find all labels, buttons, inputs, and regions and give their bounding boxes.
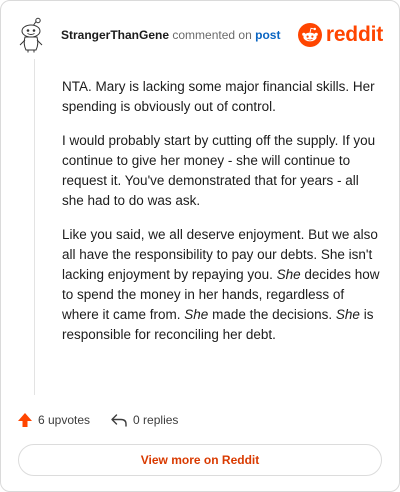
action-text: commented on: [172, 28, 252, 42]
reply-count: 0 replies: [133, 413, 179, 427]
thread-line: [34, 59, 35, 395]
comment-paragraph: Like you said, we all deserve enjoyment.…: [62, 227, 380, 342]
comment-embed-card: StrangerThanGene commented on post reddi…: [0, 0, 400, 492]
reddit-logo-icon: [297, 23, 322, 47]
upvote-button[interactable]: 6 upvotes: [17, 412, 90, 428]
comment-meta: StrangerThanGene commented on post: [61, 27, 298, 43]
comment-header: StrangerThanGene commented on post reddi…: [17, 15, 383, 55]
reply-button[interactable]: 0 replies: [110, 412, 178, 428]
snoo-avatar-icon[interactable]: [17, 17, 49, 53]
comment-actions: 6 upvotes 0 replies: [17, 409, 198, 431]
reply-arrow-icon: [111, 414, 127, 427]
comment-paragraph: I would probably start by cutting off th…: [62, 133, 376, 208]
upvote-count: 6 upvotes: [38, 413, 91, 427]
comment-paragraph: NTA. Mary is lacking some major financia…: [62, 79, 375, 114]
brand-name: reddit: [325, 23, 383, 46]
username-link[interactable]: StrangerThanGene: [61, 28, 169, 42]
view-more-button[interactable]: View more on Reddit: [18, 444, 382, 476]
comment-body: NTA. Mary is lacking some major financia…: [62, 77, 382, 359]
upvote-arrow-icon: [18, 413, 32, 427]
reddit-brand[interactable]: reddit: [297, 23, 383, 47]
post-link[interactable]: post: [255, 28, 280, 42]
